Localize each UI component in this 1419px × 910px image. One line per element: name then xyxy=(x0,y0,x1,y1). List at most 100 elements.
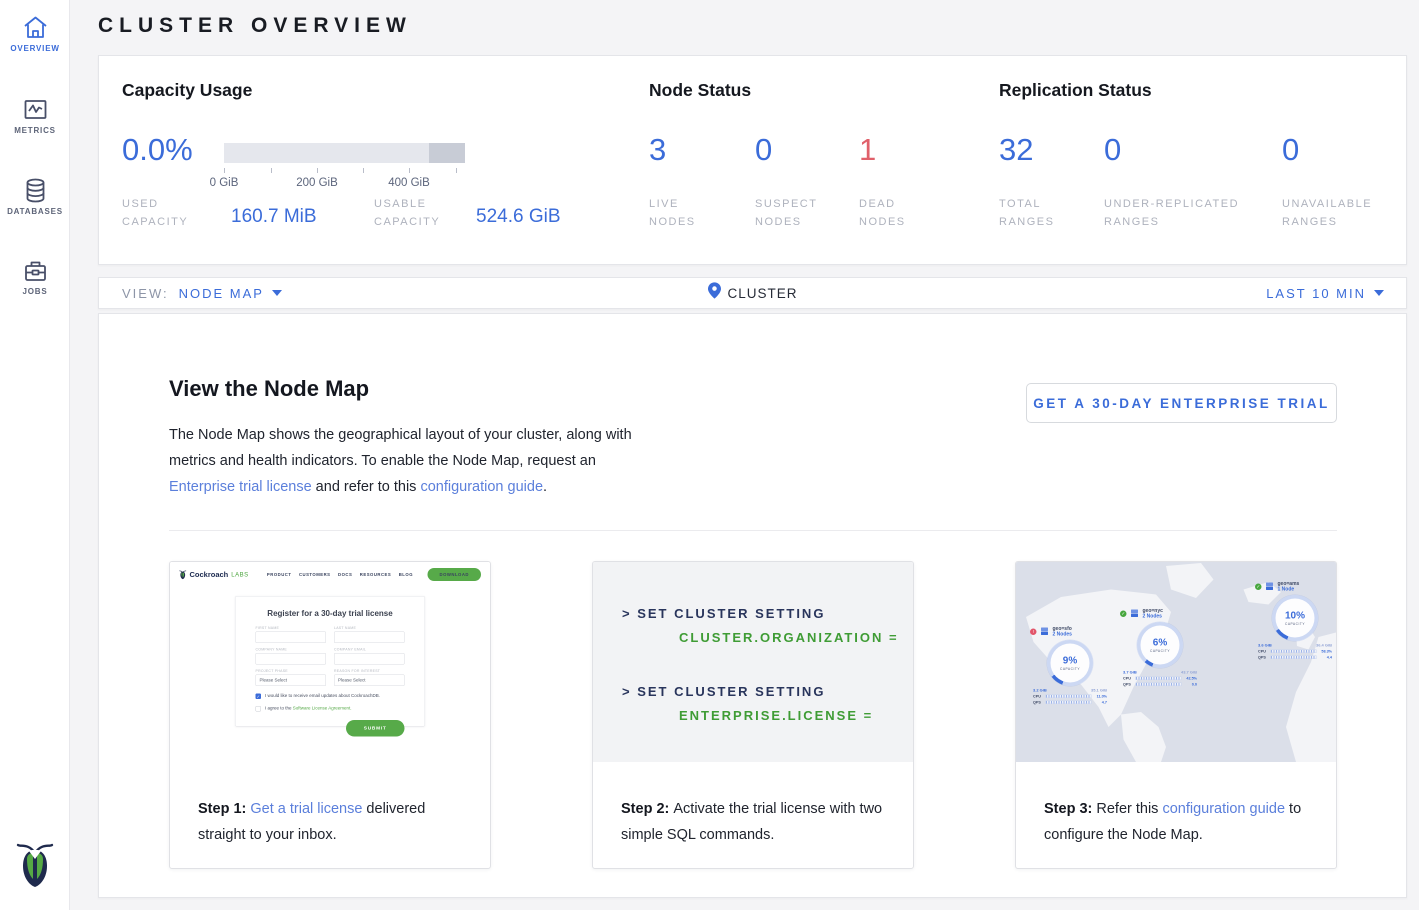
section-divider xyxy=(169,530,1337,531)
description-text: The Node Map shows the geographical layo… xyxy=(169,427,632,469)
under-replicated-ranges-label: UNDER-REPLICATED RANGES xyxy=(1104,195,1274,231)
axis-tick xyxy=(363,168,364,173)
download-button[interactable]: DOWNLOAD xyxy=(428,568,482,581)
step2-card: > SET CLUSTER SETTING CLUSTER.ORGANIZATI… xyxy=(592,561,914,869)
axis-tick xyxy=(224,168,225,173)
qps-label: QPS xyxy=(1258,655,1268,660)
sidebar-item-overview[interactable]: OVERVIEW xyxy=(0,14,70,53)
get-enterprise-trial-button[interactable]: GET A 30-DAY ENTERPRISE TRIAL xyxy=(1026,383,1337,423)
project-phase-select[interactable]: Please Select xyxy=(256,675,327,687)
nav-link-product[interactable]: PRODUCT xyxy=(267,572,292,577)
used-capacity-label: USED CAPACITY xyxy=(122,195,212,231)
axis-tick xyxy=(456,168,457,173)
metrics-icon xyxy=(0,96,70,123)
sidebar-item-label: DATABASES xyxy=(0,207,70,216)
locality-nyc[interactable]: ✓ geo=nyc 2 Nodes 6% CAPACITY 3.7 GiB43.… xyxy=(1120,608,1200,687)
locality-node-count: 2 Nodes xyxy=(1143,614,1163,620)
usable-capacity-label: USABLE CAPACITY xyxy=(374,195,474,231)
view-toolbar: VIEW: NODE MAP CLUSTER LAST 10 MIN xyxy=(98,277,1407,309)
capacity-bar-nonusable-segment xyxy=(429,143,465,163)
view-dropdown[interactable]: NODE MAP xyxy=(179,286,282,301)
view-label: VIEW: xyxy=(122,286,169,301)
sidebar-item-metrics[interactable]: METRICS xyxy=(0,96,70,135)
step3-card: ! geo=sfo 2 Nodes 9% CAPACITY 3.2 GiB35.… xyxy=(1015,561,1337,869)
step1-label: Step 1: xyxy=(198,801,250,817)
step2-caption: Step 2: Activate the trial license with … xyxy=(593,762,913,848)
brand-name: Cockroach xyxy=(190,570,229,579)
enterprise-trial-license-link[interactable]: Enterprise trial license xyxy=(169,479,312,495)
step3-label: Step 3: xyxy=(1044,801,1096,817)
first-name-input[interactable] xyxy=(256,632,327,644)
configuration-guide-link[interactable]: configuration guide xyxy=(420,479,543,495)
used-gib: 3.6 GiB xyxy=(1258,643,1272,648)
capacity-label: CAPACITY xyxy=(1285,623,1305,627)
sql-argument: ENTERPRISE.LICENSE = xyxy=(679,704,899,728)
locality-node-count: 2 Nodes xyxy=(1053,632,1072,638)
nav-link-blog[interactable]: BLOG xyxy=(399,572,413,577)
node-stack-icon xyxy=(1265,582,1274,591)
step1-screenshot: Cockroach LABS PRODUCT CUSTOMERS DOCS RE… xyxy=(170,562,490,762)
step2-sql-graphic: > SET CLUSTER SETTING CLUSTER.ORGANIZATI… xyxy=(593,562,913,762)
brand-suffix: LABS xyxy=(231,571,248,578)
sidebar-item-jobs[interactable]: JOBS xyxy=(0,257,70,296)
company-name-input[interactable] xyxy=(256,653,327,665)
license-agreement-checkbox[interactable] xyxy=(256,706,262,712)
locality-ams[interactable]: ✓ geo=ams 1 Node 10% CAPACITY 3.6 GiB36.… xyxy=(1255,581,1335,660)
main-content: CLUSTER OVERVIEW Capacity Usage 0.0% 0 G… xyxy=(70,0,1419,910)
sidebar-item-label: OVERVIEW xyxy=(0,44,70,53)
node-status-title: Node Status xyxy=(649,80,751,101)
company-email-input[interactable] xyxy=(334,653,405,665)
reason-for-interest-select[interactable]: Please Select xyxy=(334,675,405,687)
qps-label: QPS xyxy=(1033,700,1043,705)
cpu-value: 58.3% xyxy=(1319,649,1332,654)
time-range-value: LAST 10 MIN xyxy=(1266,286,1366,301)
capacity-gauge: 6% CAPACITY xyxy=(1137,622,1183,668)
capacity-percent: 9% xyxy=(1063,655,1077,667)
cpu-value: 11.0% xyxy=(1094,694,1107,699)
page-title: CLUSTER OVERVIEW xyxy=(98,14,412,38)
cpu-label: CPU xyxy=(1123,676,1133,681)
steps-row: Cockroach LABS PRODUCT CUSTOMERS DOCS RE… xyxy=(169,561,1337,869)
email-updates-checkbox[interactable]: ✓ xyxy=(256,694,262,700)
view-dropdown-value: NODE MAP xyxy=(179,286,264,301)
form-title: Register for a 30-day trial license xyxy=(256,610,405,619)
nav-link-customers[interactable]: CUSTOMERS xyxy=(299,572,331,577)
mini-site-nav-links: PRODUCT CUSTOMERS DOCS RESOURCES BLOG DO… xyxy=(267,568,481,581)
healthy-badge-icon: ✓ xyxy=(1120,610,1127,617)
license-agreement-label: I agree to the Software License Agreemen… xyxy=(265,706,352,711)
suspect-nodes-label: SUSPECT NODES xyxy=(755,195,845,231)
locality-sfo[interactable]: ! geo=sfo 2 Nodes 9% CAPACITY 3.2 GiB35.… xyxy=(1030,626,1110,705)
sql-command: > SET CLUSTER SETTING xyxy=(622,602,899,626)
nav-link-resources[interactable]: RESOURCES xyxy=(360,572,391,577)
last-name-input[interactable] xyxy=(334,632,405,644)
software-license-agreement-link[interactable]: Software License Agreement. xyxy=(293,706,352,711)
field-label: COMPANY EMAIL xyxy=(334,648,405,652)
sidebar: OVERVIEW METRICS DATABASES xyxy=(0,0,70,910)
dead-nodes-label: DEAD NODES xyxy=(859,195,939,231)
cpu-value: 42.5% xyxy=(1184,676,1197,681)
get-trial-license-link[interactable]: Get a trial license xyxy=(250,801,362,817)
cpu-bar xyxy=(1271,650,1317,654)
suspect-nodes-value: 0 xyxy=(755,132,772,168)
sidebar-item-databases[interactable]: DATABASES xyxy=(0,177,70,216)
configuration-guide-link[interactable]: configuration guide xyxy=(1162,801,1285,817)
total-gib: 35.1 GiB xyxy=(1091,688,1107,693)
sidebar-item-label: JOBS xyxy=(0,287,70,296)
chevron-down-icon xyxy=(1374,290,1384,296)
node-map-panel: View the Node Map The Node Map shows the… xyxy=(98,313,1407,898)
mini-cockroach-labs-logo: Cockroach LABS xyxy=(179,570,249,580)
field-label: PROJECT PHASE xyxy=(256,670,327,674)
used-capacity-value: 160.7 MiB xyxy=(231,206,317,228)
step3-caption: Step 3: Refer this configuration guide t… xyxy=(1016,762,1336,848)
step3-text: Refer this xyxy=(1096,801,1162,817)
cpu-bar xyxy=(1136,677,1182,681)
time-range-dropdown[interactable]: LAST 10 MIN xyxy=(1266,286,1406,301)
step2-label: Step 2: xyxy=(621,801,673,817)
nav-link-docs[interactable]: DOCS xyxy=(338,572,352,577)
cluster-summary-card: Capacity Usage 0.0% 0 GiB 200 GiB 400 Gi… xyxy=(98,55,1407,265)
submit-button[interactable]: SUBMIT xyxy=(346,720,405,737)
capacity-usage-title: Capacity Usage xyxy=(122,80,252,101)
qps-value: 0.0 xyxy=(1184,682,1197,687)
breadcrumb-cluster[interactable]: CLUSTER xyxy=(727,286,797,301)
sql-command: > SET CLUSTER SETTING xyxy=(622,680,899,704)
